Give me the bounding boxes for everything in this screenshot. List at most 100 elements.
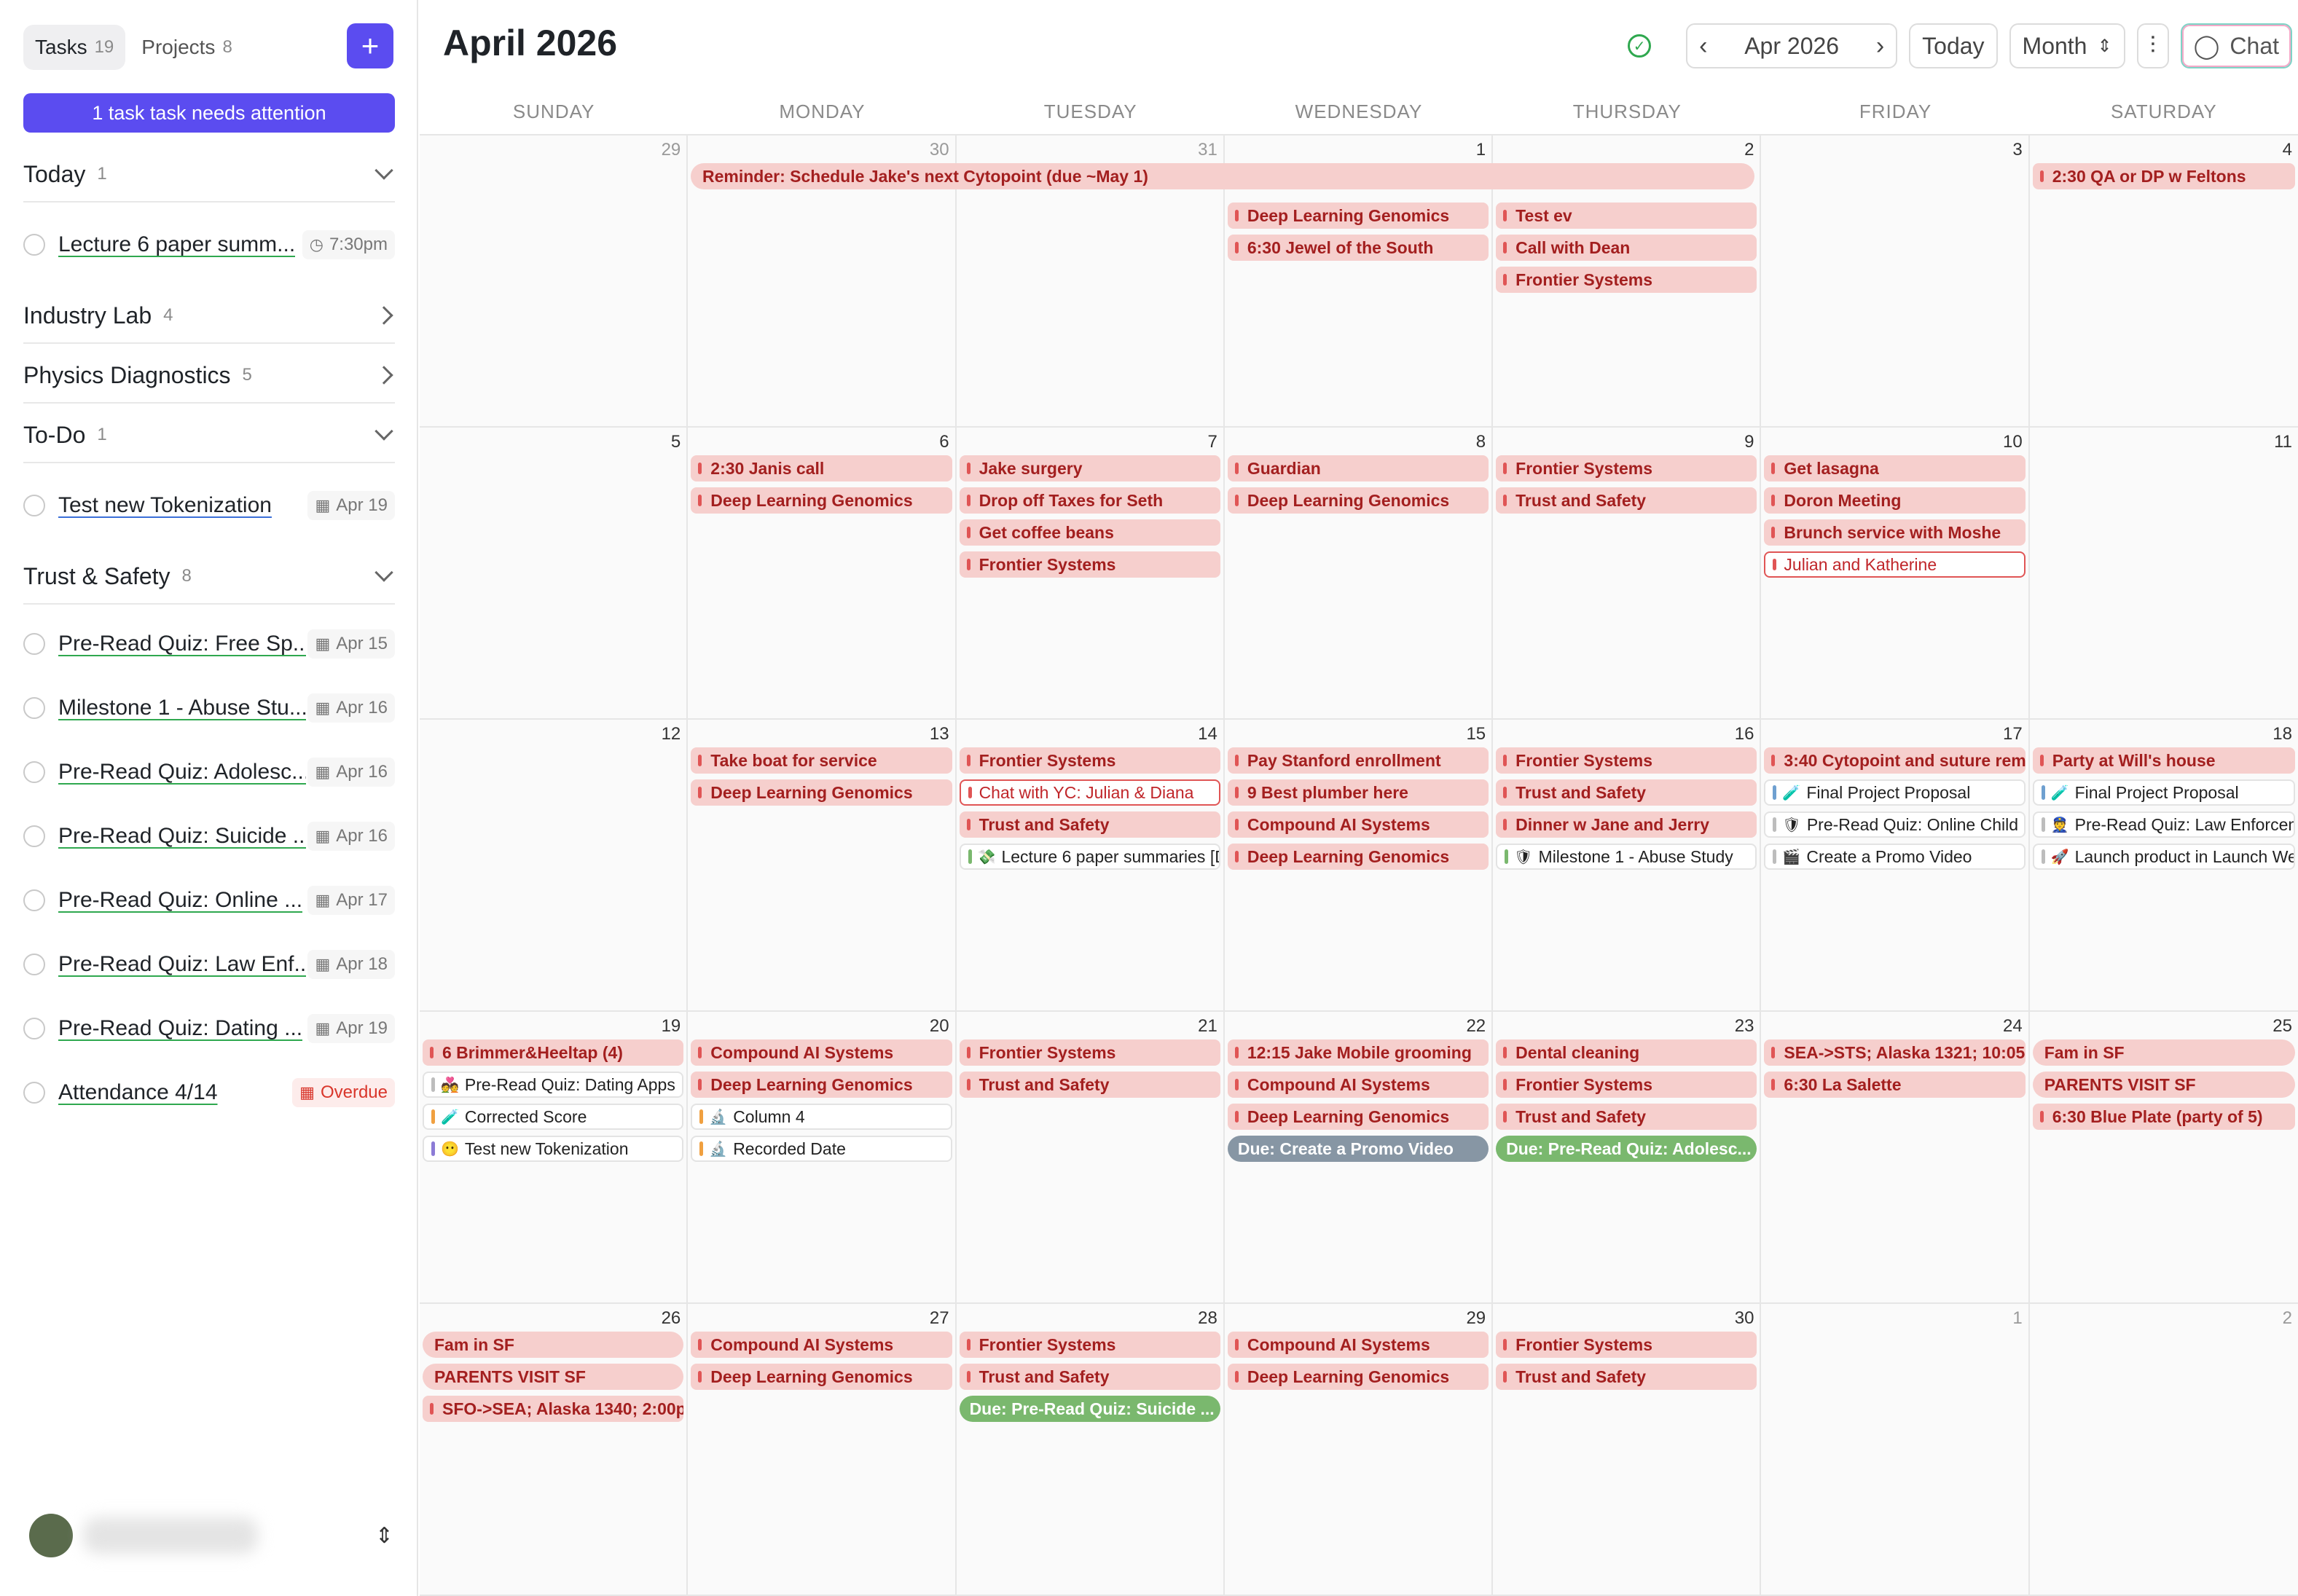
task-title[interactable]: Pre-Read Quiz: Law Enf... (58, 952, 306, 977)
calendar-event[interactable]: Frontier Systems (959, 1039, 1220, 1066)
task-item[interactable]: Test new Tokenization ▦ Apr 19 (23, 485, 395, 526)
task-checkbox[interactable] (23, 954, 45, 975)
chat-button[interactable]: ◯ Chat (2180, 23, 2292, 68)
section-todo-header[interactable]: To-Do 1 (23, 408, 395, 463)
calendar-event[interactable]: Compound AI Systems (1227, 1072, 1489, 1098)
day-cell[interactable]: 29 (420, 135, 689, 428)
calendar-event[interactable]: Frontier Systems (959, 747, 1220, 774)
task-checkbox[interactable] (23, 1082, 45, 1104)
task-item[interactable]: Pre-Read Quiz: Suicide ... ▦ Apr 16 (23, 816, 395, 857)
task-item[interactable]: Pre-Read Quiz: Adolesc... ▦ Apr 16 (23, 752, 395, 793)
calendar-event[interactable]: SFO->SEA; Alaska 1340; 2:00pm (423, 1396, 684, 1422)
calendar-event[interactable]: 🧪 Final Project Proposal (1764, 779, 2026, 806)
day-cell[interactable]: 2 (2029, 1304, 2298, 1596)
calendar-event[interactable]: Deep Learning Genomics (691, 1072, 952, 1098)
calendar-event[interactable]: Frontier Systems (1496, 747, 1757, 774)
task-title[interactable]: Attendance 4/14 (58, 1080, 218, 1105)
day-cell[interactable]: 26 Fam in SF PARENTS VISIT SF SFO->SEA; Ala… (420, 1304, 689, 1596)
calendar-event[interactable]: Deep Learning Genomics (1227, 1104, 1489, 1130)
task-checkbox[interactable] (23, 495, 45, 516)
calendar-event[interactable]: Fam in SF (423, 1332, 684, 1358)
day-cell[interactable]: 24 SEA->STS; Alaska 1321; 10:05am 6:30 La … (1761, 1012, 2030, 1304)
task-checkbox[interactable] (23, 697, 45, 719)
task-checkbox[interactable] (23, 1018, 45, 1039)
attention-banner-button[interactable]: 1 task task needs attention (23, 93, 395, 133)
calendar-event[interactable]: 👮 Pre-Read Quiz: Law Enforcem (2032, 811, 2295, 838)
day-cell[interactable]: 6 2:30 Janis call Deep Learning Genomics (688, 428, 957, 720)
tab-tasks[interactable]: Tasks 19 (23, 25, 126, 70)
day-cell[interactable]: 11 (2029, 428, 2298, 720)
due-task-chip[interactable]: Due: Pre-Read Quiz: Adolesc... (1496, 1136, 1757, 1162)
task-title[interactable]: Pre-Read Quiz: Dating ... (58, 1016, 302, 1041)
day-cell[interactable]: 13 Take boat for service Deep Learning Gen… (688, 720, 957, 1012)
day-cell[interactable]: 27 Compound AI Systems Deep Learning Genom… (688, 1304, 957, 1596)
section-physics-header[interactable]: Physics Diagnostics 5 (23, 348, 395, 404)
calendar-event[interactable]: Fam in SF (2032, 1039, 2295, 1066)
task-item[interactable]: Pre-Read Quiz: Dating ... ▦ Apr 19 (23, 1008, 395, 1049)
task-checkbox[interactable] (23, 889, 45, 911)
calendar-event[interactable]: Frontier Systems (1496, 1332, 1757, 1358)
due-task-chip[interactable]: Due: Pre-Read Quiz: Suicide ... (959, 1396, 1220, 1422)
calendar-event[interactable]: Trust and Safety (959, 811, 1220, 838)
calendar-event[interactable]: Party at Will's house (2032, 747, 2295, 774)
calendar-event[interactable]: Trust and Safety (1496, 1364, 1757, 1390)
calendar-event[interactable]: 9 Best plumber here (1227, 779, 1489, 806)
calendar-event[interactable]: Deep Learning Genomics (1227, 844, 1489, 870)
day-cell[interactable]: 16 Frontier Systems Trust and Safety Dinner… (1493, 720, 1762, 1012)
calendar-event[interactable]: Dinner w Jane and Jerry (1496, 811, 1757, 838)
calendar-event[interactable]: 6 Brimmer&Heeltap (4) (423, 1039, 684, 1066)
task-item[interactable]: Pre-Read Quiz: Law Enf... ▦ Apr 18 (23, 944, 395, 985)
day-cell[interactable]: 4 2:30 QA or DP w Feltons (2029, 135, 2298, 428)
calendar-event[interactable]: 3:40 Cytopoint and suture rem (1764, 747, 2026, 774)
task-item[interactable]: Milestone 1 - Abuse Stu... ▦ Apr 16 (23, 688, 395, 728)
task-title[interactable]: Pre-Read Quiz: Online ... (58, 888, 302, 913)
day-cell[interactable]: 19 6 Brimmer&Heeltap (4) 💑 Pre-Read Quiz: D… (420, 1012, 689, 1304)
day-cell[interactable]: 15 Pay Stanford enrollment 9 Best plumber … (1224, 720, 1494, 1012)
calendar-event[interactable]: Get lasagna (1764, 455, 2026, 481)
task-item[interactable]: Lecture 6 paper summ... ◷ 7:30pm (23, 224, 395, 265)
task-checkbox[interactable] (23, 761, 45, 783)
calendar-event[interactable]: Frontier Systems (1496, 1072, 1757, 1098)
task-title[interactable]: Pre-Read Quiz: Free Sp... (58, 632, 306, 656)
calendar-event[interactable]: Frontier Systems (1496, 267, 1757, 293)
chevron-right-icon[interactable]: › (1876, 32, 1884, 60)
day-cell[interactable]: 28 Frontier Systems Trust and Safety Due: P… (956, 1304, 1225, 1596)
calendar-event[interactable]: Take boat for service (691, 747, 952, 774)
calendar-event[interactable]: 2:30 QA or DP w Feltons (2032, 163, 2295, 189)
task-title[interactable]: Lecture 6 paper summ... (58, 232, 295, 257)
calendar-event[interactable]: 🔬 Column 4 (691, 1104, 952, 1130)
section-today-header[interactable]: Today 1 (23, 147, 395, 203)
day-cell[interactable]: 10 Get lasagna Doron Meeting Brunch service… (1761, 428, 2030, 720)
calendar-event[interactable]: 🧪 Final Project Proposal (2032, 779, 2295, 806)
calendar-event[interactable]: Deep Learning Genomics (1227, 1364, 1489, 1390)
task-item[interactable]: Attendance 4/14 ▦ Overdue (23, 1072, 395, 1113)
calendar-event[interactable]: Call with Dean (1496, 235, 1757, 261)
calendar-event[interactable]: Jake surgery (959, 455, 1220, 481)
calendar-event[interactable]: 😶 Test new Tokenization (423, 1136, 684, 1162)
calendar-event[interactable]: 💑 Pre-Read Quiz: Dating Apps (423, 1072, 684, 1098)
calendar-event[interactable]: Frontier Systems (959, 1332, 1220, 1358)
calendar-event[interactable]: 6:30 Blue Plate (party of 5) (2032, 1104, 2295, 1130)
day-cell[interactable]: 25 Fam in SF PARENTS VISIT SF 6:30 Blue Pla… (2029, 1012, 2298, 1304)
multi-day-event[interactable]: Reminder: Schedule Jake's next Cytopoint… (691, 163, 1754, 189)
calendar-event[interactable]: 🧪 Corrected Score (423, 1104, 684, 1130)
calendar-event[interactable]: Compound AI Systems (1227, 811, 1489, 838)
day-cell[interactable]: 30 Frontier Systems Trust and Safety (1493, 1304, 1762, 1596)
task-title[interactable]: Pre-Read Quiz: Adolesc... (58, 760, 306, 785)
filter-settings-button[interactable]: ⫶ (2136, 23, 2169, 68)
section-industry-header[interactable]: Industry Lab 4 (23, 288, 395, 344)
day-cell[interactable]: 1 (1761, 1304, 2030, 1596)
calendar-event[interactable]: PARENTS VISIT SF (423, 1364, 684, 1390)
task-title[interactable]: Pre-Read Quiz: Suicide ... (58, 824, 306, 849)
calendar-event[interactable]: Compound AI Systems (691, 1332, 952, 1358)
calendar-event[interactable]: Test ev (1496, 203, 1757, 229)
today-button[interactable]: Today (1909, 23, 1998, 68)
task-checkbox[interactable] (23, 234, 45, 256)
calendar-event[interactable]: 6:30 Jewel of the South (1227, 235, 1489, 261)
add-task-button[interactable]: + (347, 23, 393, 68)
due-task-chip[interactable]: Due: Create a Promo Video (1227, 1136, 1489, 1162)
day-cell[interactable]: 23 Dental cleaning Frontier Systems Trust a… (1493, 1012, 1762, 1304)
calendar-event[interactable]: Julian and Katherine (1764, 551, 2026, 578)
section-trust-header[interactable]: Trust & Safety 8 (23, 549, 395, 605)
calendar-event[interactable]: Frontier Systems (1496, 455, 1757, 481)
